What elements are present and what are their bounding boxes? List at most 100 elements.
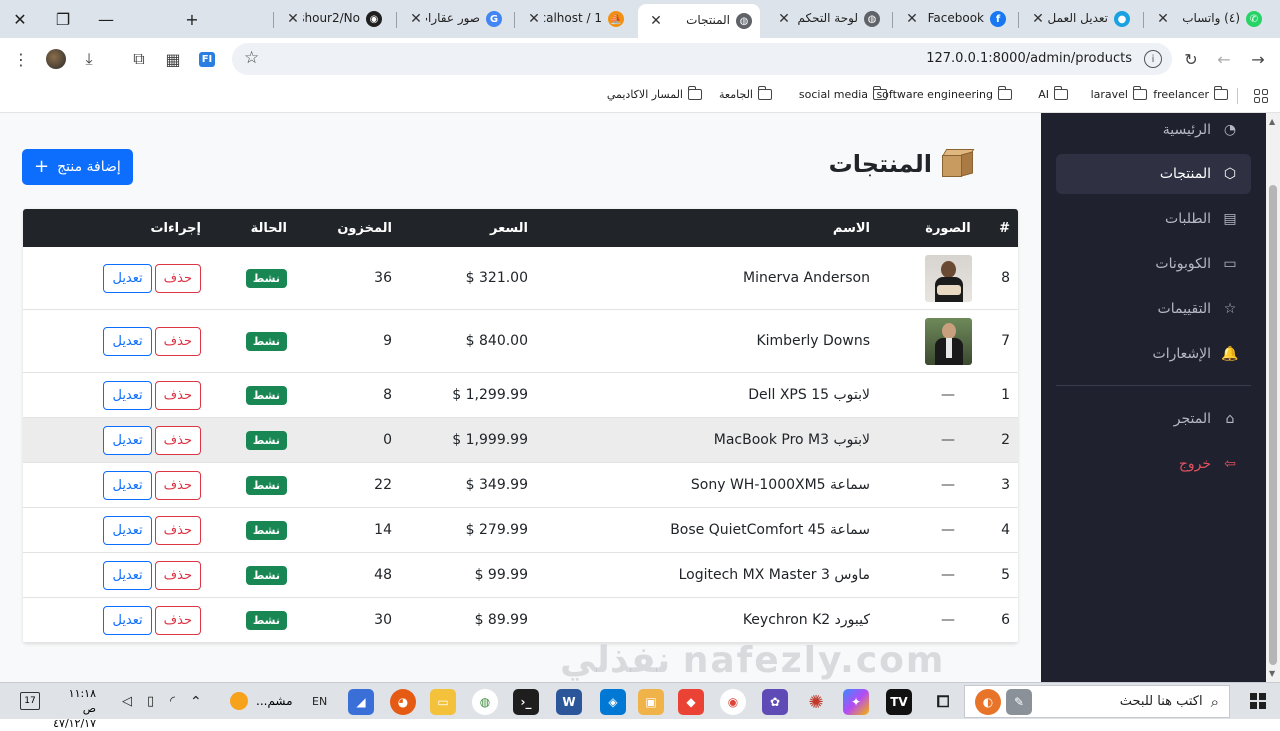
- spark-app-icon[interactable]: ✺: [803, 689, 829, 715]
- tab-close-icon[interactable]: ✕: [902, 9, 922, 29]
- bookmark-item[interactable]: الجامعة: [719, 86, 772, 101]
- delete-button[interactable]: حذف: [154, 605, 201, 635]
- chrome-icon[interactable]: ◉: [720, 689, 746, 715]
- delete-button[interactable]: حذف: [154, 470, 201, 500]
- sidebar-item-logout[interactable]: خروج ⇦: [1056, 444, 1251, 484]
- store-app-icon[interactable]: ◢: [348, 689, 374, 715]
- product-image[interactable]: [924, 317, 972, 365]
- browser-app-icon[interactable]: ◍: [472, 689, 498, 715]
- scrollbar-thumb[interactable]: [1269, 185, 1277, 665]
- table-row[interactable]: 6 — كيبورد Keychron K2 $ 89.99 30 نشط تعديل حذف: [23, 598, 1018, 643]
- new-tab-icon[interactable]: +: [172, 0, 212, 38]
- browser-tab[interactable]: ✕ لوحة التحكم ◍: [766, 6, 888, 32]
- sidebar-item-2[interactable]: المنتجات ⬡: [1056, 154, 1251, 194]
- bookmark-item[interactable]: المسار الاكاديمي: [607, 86, 702, 101]
- delete-button[interactable]: حذف: [154, 560, 201, 590]
- window-minimize-icon[interactable]: —: [86, 0, 126, 38]
- profile-avatar[interactable]: [46, 49, 66, 69]
- edit-button[interactable]: تعديل: [103, 605, 152, 635]
- edit-button[interactable]: تعديل: [103, 515, 152, 545]
- reload-icon[interactable]: ↻: [1178, 46, 1204, 72]
- table-row[interactable]: 4 — سماعة Bose QuietComfort 45 $ 279.99 14 نش…: [23, 508, 1018, 553]
- table-row[interactable]: 8 Minerva Anderson $ 321.00 36 نشط تعديل حذف: [23, 247, 1018, 310]
- tab-close-icon[interactable]: ✕: [524, 9, 544, 29]
- bookmark-item[interactable]: laravel: [1091, 86, 1147, 101]
- apps-grid-icon[interactable]: [1254, 89, 1268, 103]
- bookmark-item[interactable]: AI: [1038, 86, 1068, 101]
- table-row[interactable]: 5 — ماوس Logitech MX Master 3 $ 99.99 48 نشط ت…: [23, 553, 1018, 598]
- mic-tool-icon[interactable]: ✎: [1006, 689, 1032, 715]
- bookmark-item[interactable]: social media: [799, 86, 887, 101]
- weather-text[interactable]: مشم...: [256, 694, 293, 708]
- table-row[interactable]: 1 — لابتوب Dell XPS 15 $ 1,299.99 8 نشط تعديل ح…: [23, 373, 1018, 418]
- forward-icon[interactable]: ←: [1211, 46, 1237, 72]
- table-row[interactable]: 3 — سماعة Sony WH-1000XM5 $ 349.99 22 نشط تعدي…: [23, 463, 1018, 508]
- bookmark-star-icon[interactable]: ☆: [244, 48, 259, 68]
- browser-tab[interactable]: ✕ (٤) واتساب ✆: [1145, 6, 1270, 32]
- sidebar-item-store[interactable]: المتجر ⌂: [1056, 399, 1251, 439]
- edit-button[interactable]: تعديل: [103, 380, 152, 410]
- edit-button[interactable]: تعديل: [103, 470, 152, 500]
- bookmark-item[interactable]: freelancer: [1153, 86, 1228, 101]
- browser-tab[interactable]: ✕صور عقارات G: [398, 6, 510, 32]
- sidebar-item-1[interactable]: الرئيسية ◔: [1056, 113, 1251, 150]
- taskbar-search-input[interactable]: اكتب هنا للبحث ⌕: [964, 685, 1230, 718]
- table-row[interactable]: 7 Kimberly Downs $ 840.00 9 نشط تعديل حذف: [23, 310, 1018, 373]
- app-icon-red[interactable]: ◆: [678, 689, 704, 715]
- product-image[interactable]: [924, 254, 972, 302]
- browser-tab[interactable]: ✕ تعديل العمل ●: [1020, 6, 1138, 32]
- terminal-icon[interactable]: ›_: [513, 689, 539, 715]
- taskbar-clock[interactable]: ١١:١٨ ص ٤٧/١٢/١٧: [52, 686, 96, 731]
- extension-tool-icon[interactable]: ▦: [160, 46, 186, 72]
- download-icon[interactable]: ⤓: [76, 46, 102, 72]
- delete-button[interactable]: حذف: [154, 425, 201, 455]
- app-icon-blue[interactable]: ◈: [600, 689, 626, 715]
- window-restore-icon[interactable]: ❐: [43, 0, 83, 38]
- firefox-icon[interactable]: ◕: [390, 689, 416, 715]
- back-icon[interactable]: →: [1245, 46, 1271, 72]
- browser-tab[interactable]: ✕Ashour2/No ◉: [275, 6, 390, 32]
- edit-button[interactable]: تعديل: [103, 425, 152, 455]
- battery-icon[interactable]: ▯: [147, 683, 154, 720]
- windows-start-icon[interactable]: [1250, 693, 1266, 709]
- tab-close-icon[interactable]: ✕: [1153, 9, 1173, 29]
- delete-button[interactable]: حذف: [154, 515, 201, 545]
- browser-tab[interactable]: ✕ المنتجات ◍: [638, 4, 760, 38]
- browser-tab[interactable]: ✕ Facebook f: [894, 6, 1014, 32]
- edit-button[interactable]: تعديل: [103, 326, 152, 356]
- browser-tab[interactable]: ✕localhost / 1 ⛵: [516, 6, 632, 32]
- scroll-up-icon[interactable]: ▲: [1269, 117, 1275, 126]
- extension-fi-icon[interactable]: FI: [194, 46, 220, 72]
- sidebar-item-4[interactable]: الكوبونات ▭: [1056, 244, 1251, 284]
- basketball-app-icon[interactable]: ◐: [975, 689, 1001, 715]
- chevron-up-icon[interactable]: ⌃: [190, 683, 202, 720]
- tab-close-icon[interactable]: ✕: [406, 9, 426, 29]
- extensions-icon[interactable]: ⧉: [126, 46, 152, 72]
- tradingview-icon[interactable]: TV: [886, 689, 912, 715]
- page-scrollbar[interactable]: ▲ ▼: [1266, 113, 1280, 682]
- file-explorer-icon[interactable]: ▭: [430, 689, 456, 715]
- app-icon-orange[interactable]: ▣: [638, 689, 664, 715]
- delete-button[interactable]: حذف: [154, 263, 201, 293]
- input-language[interactable]: EN: [312, 683, 327, 720]
- tab-close-icon[interactable]: ✕: [283, 9, 303, 29]
- site-info-icon[interactable]: i: [1144, 50, 1162, 68]
- tab-close-icon[interactable]: ✕: [646, 11, 666, 31]
- edit-button[interactable]: تعديل: [103, 263, 152, 293]
- weather-sun-icon[interactable]: [230, 692, 248, 710]
- address-bar[interactable]: ☆ 127.0.0.1:8000/admin/products i: [232, 43, 1172, 75]
- tab-close-icon[interactable]: ✕: [1028, 9, 1048, 29]
- volume-icon[interactable]: ◁: [122, 683, 132, 720]
- delete-button[interactable]: حذف: [154, 380, 201, 410]
- scroll-down-icon[interactable]: ▼: [1269, 669, 1275, 678]
- word-icon[interactable]: W: [556, 689, 582, 715]
- add-product-button[interactable]: إضافة منتج +: [22, 149, 133, 185]
- window-close-icon[interactable]: ✕: [0, 0, 40, 38]
- sidebar-item-5[interactable]: التقييمات ☆: [1056, 289, 1251, 329]
- sidebar-item-6[interactable]: الإشعارات 🔔: [1056, 334, 1251, 374]
- wifi-icon[interactable]: ◜: [170, 683, 175, 720]
- copilot-icon[interactable]: ✦: [843, 689, 869, 715]
- task-view-icon[interactable]: ⧠: [930, 689, 956, 715]
- table-row[interactable]: 2 — لابتوب MacBook Pro M3 $ 1,999.99 0 نشط تعد…: [23, 418, 1018, 463]
- url-text[interactable]: 127.0.0.1:8000/admin/products: [926, 51, 1132, 66]
